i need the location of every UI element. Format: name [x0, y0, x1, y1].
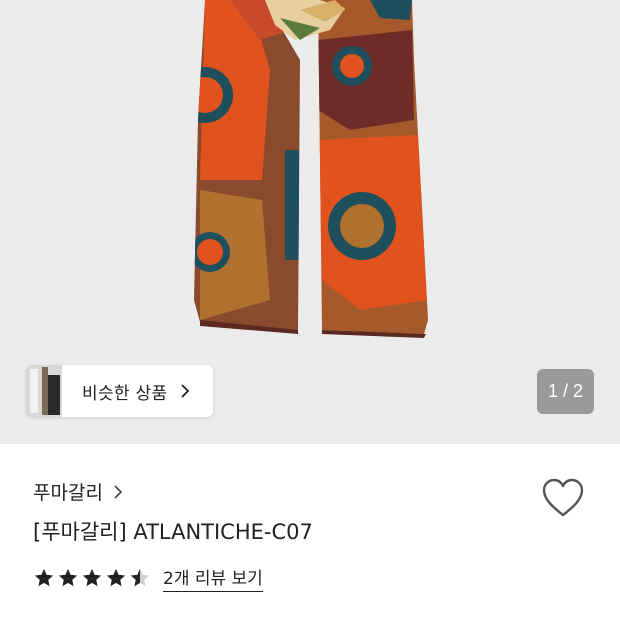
- chevron-right-icon: [181, 384, 190, 398]
- star-icon: [34, 568, 54, 587]
- heart-outline-icon[interactable]: [540, 477, 586, 519]
- brand-name: 푸마갈리: [33, 482, 103, 504]
- similar-products-label: 비슷한 상품: [82, 383, 168, 404]
- product-image-gallery[interactable]: 비슷한 상품 1 / 2: [0, 0, 620, 444]
- star-rating: [33, 567, 151, 589]
- star-half-icon: [130, 568, 150, 587]
- product-title: [푸마갈리] ATLANTICHE-C07: [33, 520, 313, 544]
- star-icon: [106, 568, 126, 587]
- star-icon: [58, 568, 78, 587]
- image-page-counter: 1 / 2: [537, 369, 594, 414]
- rating-row: 2개 리뷰 보기: [33, 564, 263, 592]
- similar-products-button[interactable]: 비슷한 상품: [26, 365, 213, 417]
- chevron-right-icon: [114, 484, 123, 499]
- similar-product-thumbnail: [26, 365, 62, 417]
- brand-link[interactable]: 푸마갈리: [33, 478, 125, 505]
- star-icon: [82, 568, 102, 587]
- review-link[interactable]: 2개 리뷰 보기: [163, 564, 263, 592]
